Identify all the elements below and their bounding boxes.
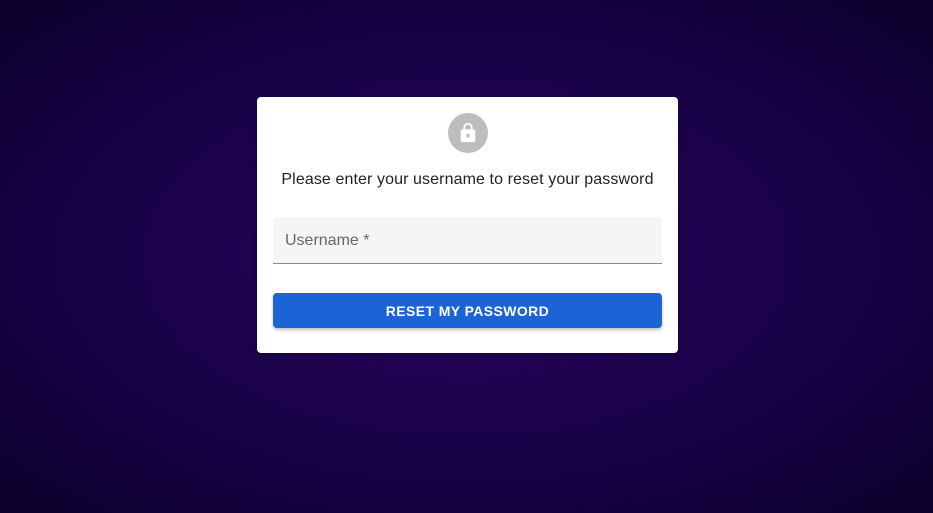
lock-icon bbox=[457, 122, 479, 144]
username-field[interactable]: Username * bbox=[273, 217, 662, 264]
reset-instruction-text: Please enter your username to reset your… bbox=[281, 171, 654, 188]
reset-password-card: Please enter your username to reset your… bbox=[257, 97, 678, 353]
username-input[interactable] bbox=[273, 217, 662, 263]
lock-avatar bbox=[448, 113, 488, 153]
reset-password-button[interactable]: RESET MY PASSWORD bbox=[273, 293, 662, 328]
